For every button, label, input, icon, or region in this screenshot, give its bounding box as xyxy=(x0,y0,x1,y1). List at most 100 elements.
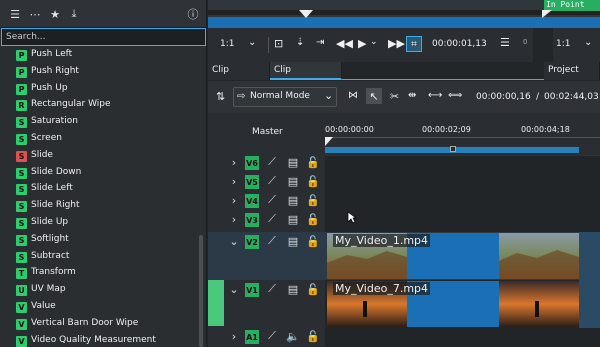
settings-sliders-icon[interactable]: ⇅ xyxy=(216,90,225,103)
play-menu-icon[interactable]: ⌄ xyxy=(370,37,378,47)
effect-item[interactable]: U UV Map xyxy=(0,282,200,299)
expand-icon[interactable]: › xyxy=(228,330,240,343)
expand-icon[interactable]: › xyxy=(228,175,240,188)
effect-item[interactable]: S Screen xyxy=(0,131,200,148)
play-icon[interactable]: ▶ xyxy=(358,37,366,50)
lock-icon[interactable]: 🔓 xyxy=(306,156,320,169)
select-tool-icon[interactable]: ↖ xyxy=(366,88,382,104)
effect-item[interactable]: P Push Left xyxy=(0,47,200,64)
effects-search-input[interactable] xyxy=(1,28,206,46)
track-name-badge[interactable]: V1 xyxy=(245,283,259,297)
fit-frame-icon[interactable]: ⊡ xyxy=(274,37,283,50)
snap-icon[interactable]: ⋈ xyxy=(348,90,358,101)
lock-icon[interactable]: 🔓 xyxy=(306,283,320,296)
monitor-timecode[interactable]: 00:00:01,13 xyxy=(432,39,487,49)
lock-icon[interactable]: 🔓 xyxy=(306,213,320,226)
set-in-icon[interactable]: ⇣ xyxy=(296,37,304,48)
timeline-ruler[interactable]: 00:00:00:00 00:00:02;09 00:00:04;18 xyxy=(325,113,600,155)
lock-icon[interactable]: 🔓 xyxy=(306,330,320,343)
film-icon[interactable]: ▤ xyxy=(287,156,299,169)
effect-item[interactable]: S Slide Up xyxy=(0,215,200,232)
download-icon[interactable]: ⤓ xyxy=(67,7,81,21)
track-name-badge[interactable]: V2 xyxy=(245,235,259,249)
in-point-marker-icon[interactable] xyxy=(542,10,552,19)
effect-item[interactable]: T Transform xyxy=(0,265,200,282)
effects-wand-icon[interactable]: ⟋ xyxy=(266,282,278,295)
forward-icon[interactable]: ▶▶ xyxy=(388,37,405,50)
expand-icon[interactable]: › xyxy=(228,156,240,169)
video-clip[interactable]: My_Video_1.mp4 xyxy=(327,233,579,279)
effect-item[interactable]: S Softlight xyxy=(0,232,200,249)
razor-tool-icon[interactable]: ✂ xyxy=(390,90,399,103)
lock-icon[interactable]: 🔓 xyxy=(306,194,320,207)
lock-icon[interactable]: 🔓 xyxy=(306,175,320,188)
track-header-v2[interactable]: ⌄ V2 ⟋ ▤ 🔓 xyxy=(208,232,325,280)
effect-item[interactable]: S Slide xyxy=(0,148,200,165)
track-name-badge[interactable]: V3 xyxy=(245,213,259,227)
track-name-badge[interactable]: V5 xyxy=(245,175,259,189)
collapse-icon[interactable]: ⌄ xyxy=(228,235,240,248)
edit-mode-select[interactable]: ⇨ Normal Mode ⌄ xyxy=(233,87,337,107)
effects-wand-icon[interactable]: ⟋ xyxy=(266,329,278,342)
collapse-icon[interactable]: ⌄ xyxy=(228,283,240,296)
zoom-dropdown-icon[interactable]: ⌄ xyxy=(248,37,256,48)
expand-icon[interactable]: › xyxy=(228,213,240,226)
empty-track-area[interactable] xyxy=(579,232,600,328)
effects-wand-icon[interactable]: ⟋ xyxy=(266,155,278,168)
monitor-ruler[interactable]: In Point xyxy=(208,0,600,28)
ripple-tool-icon[interactable]: ⟷ xyxy=(428,90,442,101)
effects-wand-icon[interactable]: ⟋ xyxy=(266,193,278,206)
timeline-position[interactable]: 00:00:00,16 xyxy=(476,92,531,102)
zone-handle[interactable] xyxy=(450,146,456,152)
film-icon[interactable]: ▤ xyxy=(287,175,299,188)
effects-wand-icon[interactable]: ⟋ xyxy=(266,234,278,247)
menu-icon[interactable]: ☰ xyxy=(500,36,510,49)
lock-icon[interactable]: 🔓 xyxy=(306,235,320,248)
effect-item[interactable]: P Push Up xyxy=(0,81,200,98)
effect-item[interactable]: R Rectangular Wipe xyxy=(0,97,200,114)
rewind-icon[interactable]: ◀◀ xyxy=(336,37,353,50)
film-icon[interactable]: ▤ xyxy=(287,213,299,226)
set-out-icon[interactable]: ⇥ xyxy=(316,37,324,48)
favorite-star-icon[interactable]: ★ xyxy=(48,7,62,21)
effect-item[interactable]: V Video Quality Measurement xyxy=(0,333,200,347)
tab-clip-monitor[interactable]: Clip Monitor xyxy=(208,62,270,92)
film-icon[interactable]: ▤ xyxy=(287,283,299,296)
film-icon[interactable]: ▤ xyxy=(287,194,299,207)
track-header-v6[interactable]: › V6 ⟋ ▤ 🔓 xyxy=(208,154,325,173)
track-header-v4[interactable]: › V4 ⟋ ▤ 🔓 xyxy=(208,192,325,211)
speaker-icon[interactable]: 🔈 xyxy=(286,330,300,343)
crop-toggle-icon[interactable]: ⌗ xyxy=(406,36,422,52)
track-header-v5[interactable]: › V5 ⟋ ▤ 🔓 xyxy=(208,173,325,192)
effect-item[interactable]: V Vertical Barn Door Wipe xyxy=(0,316,200,333)
list-view-icon[interactable]: ☰ xyxy=(8,7,22,21)
effect-item[interactable]: P Push Right xyxy=(0,64,200,81)
track-name-badge[interactable]: A1 xyxy=(245,330,259,344)
track-header-v1[interactable]: ⌄ V1 ⟋ ▤ 🔓 xyxy=(208,280,325,328)
effects-scrollbar[interactable] xyxy=(199,235,203,347)
track-header-v3[interactable]: › V3 ⟋ ▤ 🔓 xyxy=(208,211,325,230)
zoom-right-dropdown-icon[interactable]: ⌄ xyxy=(584,37,592,48)
effect-item[interactable]: S Slide Left xyxy=(0,181,200,198)
track-name-badge[interactable]: V4 xyxy=(245,194,259,208)
expand-icon[interactable]: › xyxy=(228,194,240,207)
tab-clip-properties[interactable]: Clip Properties xyxy=(270,62,342,92)
playhead-marker-icon[interactable] xyxy=(299,10,313,19)
effect-item[interactable]: S Subtract xyxy=(0,249,200,266)
active-track-indicator[interactable] xyxy=(208,280,224,326)
effect-item[interactable]: S Saturation xyxy=(0,114,200,131)
video-clip[interactable]: My_Video_7.mp4 xyxy=(327,281,579,327)
zoom-right-select[interactable]: 1:1 xyxy=(556,39,570,49)
zoom-left-select[interactable]: 1:1 xyxy=(220,39,234,49)
info-icon[interactable]: ⓘ xyxy=(186,7,200,21)
effect-item[interactable]: V Value xyxy=(0,299,200,316)
effects-wand-icon[interactable]: ⟋ xyxy=(266,212,278,225)
effect-item[interactable]: S Slide Down xyxy=(0,165,200,182)
effect-item[interactable]: S Slide Right xyxy=(0,198,200,215)
slip-tool-icon[interactable]: ⟺ xyxy=(448,90,462,101)
tab-project-monitor[interactable]: Project Monit xyxy=(544,62,600,80)
effects-wand-icon[interactable]: ⟋ xyxy=(266,174,278,187)
track-name-badge[interactable]: V6 xyxy=(245,156,259,170)
film-icon[interactable]: ▤ xyxy=(287,235,299,248)
spacer-tool-icon[interactable]: ⇹ xyxy=(408,90,416,101)
